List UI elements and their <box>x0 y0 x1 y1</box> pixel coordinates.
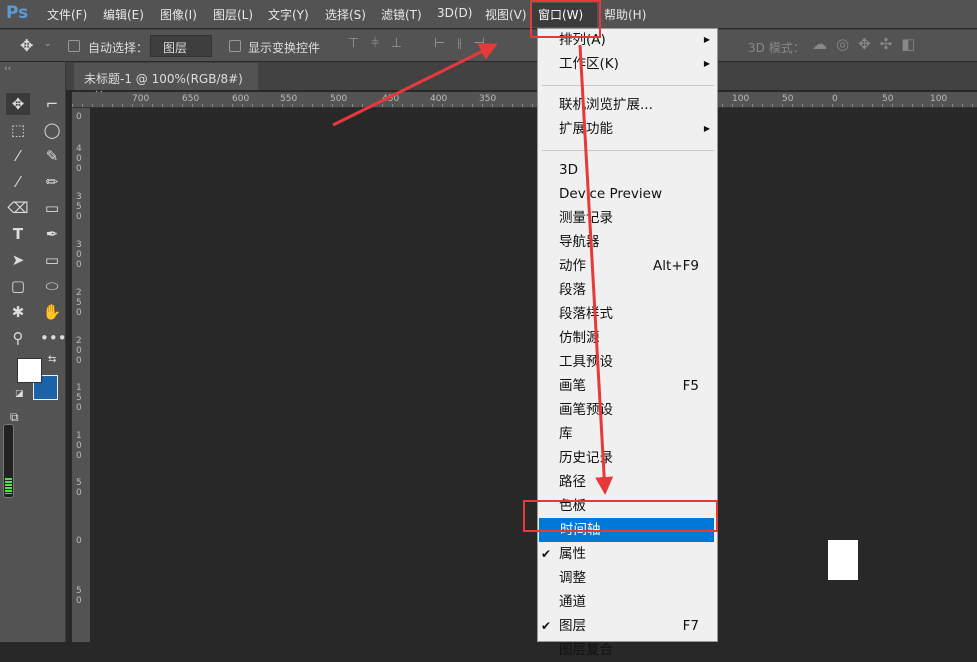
arrow-to-timeline <box>578 44 614 495</box>
annotation-arrows <box>332 43 614 495</box>
arrow-to-align-icon <box>332 43 498 127</box>
